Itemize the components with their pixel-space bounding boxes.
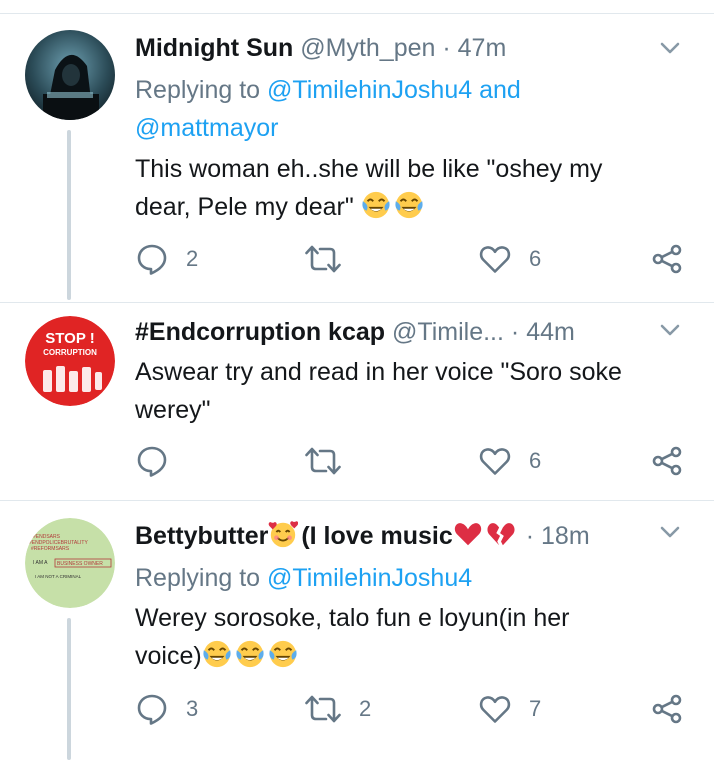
retweet-button[interactable] <box>305 445 359 477</box>
share-button[interactable] <box>651 243 683 275</box>
avatar-hooded-figure-image <box>25 30 115 120</box>
avatar-text: #REFORMSARS <box>31 546 70 552</box>
top-divider <box>0 0 714 14</box>
tweet-divider <box>0 302 714 303</box>
tweet-text-line: dear, Pele my dear" <box>135 193 354 221</box>
tweet-text-line: voice) <box>135 642 202 670</box>
broken-heart-icon <box>486 519 516 549</box>
reply-count: 3 <box>186 696 199 721</box>
display-name-suffix[interactable]: (I love music <box>301 522 452 550</box>
replying-to: Replying to @TimilehinJoshu4 and @mattma… <box>135 71 695 147</box>
tweet-header: Bettybutter (I love music · 18m <box>135 518 654 554</box>
retweet-icon <box>305 243 341 275</box>
separator-dot: · <box>442 34 451 62</box>
chevron-down-icon[interactable] <box>656 34 684 62</box>
replying-to: Replying to @TimilehinJoshu4 <box>135 559 695 597</box>
reply-icon <box>136 693 168 725</box>
avatar-text: STOP ! <box>45 330 94 347</box>
retweet-button[interactable] <box>305 243 359 275</box>
retweet-icon <box>305 445 341 477</box>
avatar-endsars-image: #ENDSARS #ENDPOLICEBRUTALITY #REFORMSARS… <box>25 518 115 608</box>
share-button[interactable] <box>651 445 683 477</box>
like-count: 6 <box>529 448 542 473</box>
replying-to-label: Replying to <box>135 564 261 592</box>
replying-and: and <box>479 76 521 104</box>
reply-count: 2 <box>186 246 199 271</box>
like-count: 7 <box>529 696 542 721</box>
like-icon <box>479 243 511 275</box>
thread-line <box>67 618 71 760</box>
tweet-header: Midnight Sun @Myth_pen · 47m <box>135 30 654 66</box>
retweet-button[interactable]: 2 <box>305 693 371 725</box>
display-name[interactable]: Bettybutter <box>135 522 268 550</box>
timestamp[interactable]: 18m <box>541 522 590 550</box>
timestamp[interactable]: 47m <box>458 34 507 62</box>
like-icon <box>479 445 511 477</box>
tweet-text-line: Werey sorosoke, talo fun e loyun(in her <box>135 604 570 632</box>
display-name[interactable]: Midnight Sun <box>135 34 293 62</box>
reply-button[interactable] <box>136 445 186 477</box>
avatar-text: I AM NOT A CRIMINAL <box>35 574 82 579</box>
mention-link[interactable]: @mattmayor <box>135 114 278 142</box>
user-handle[interactable]: @Myth_pen <box>300 34 435 62</box>
like-button[interactable]: 6 <box>479 445 541 477</box>
face-with-tears-of-joy-icon <box>268 639 298 669</box>
tweet-text-line: This woman eh..she will be like "oshey m… <box>135 155 603 183</box>
separator-dot: · <box>525 522 535 550</box>
reply-icon <box>136 243 168 275</box>
replying-to-label: Replying to <box>135 76 261 104</box>
avatar[interactable]: #ENDSARS #ENDPOLICEBRUTALITY #REFORMSARS… <box>25 518 115 608</box>
avatar-text: BUSINESS OWNER <box>57 561 103 567</box>
thread-line <box>67 130 71 300</box>
like-count: 6 <box>529 246 542 271</box>
chevron-down-icon[interactable] <box>656 518 684 546</box>
share-icon <box>651 243 683 275</box>
retweet-icon <box>305 693 341 725</box>
separator-dot: · <box>510 318 520 346</box>
avatar-text: I AM A <box>33 560 48 566</box>
user-handle[interactable]: @Timile... <box>392 318 504 346</box>
face-with-tears-of-joy-icon <box>235 639 265 669</box>
face-with-tears-of-joy-icon <box>202 639 232 669</box>
tweet-text: Werey sorosoke, talo fun e loyun(in her … <box>135 599 695 675</box>
avatar[interactable]: STOP ! CORRUPTION <box>25 316 115 406</box>
tweet-divider <box>0 500 714 501</box>
mention-link[interactable]: @TimilehinJoshu4 <box>267 76 472 104</box>
avatar[interactable] <box>25 30 115 120</box>
tweet-text: This woman eh..she will be like "oshey m… <box>135 150 695 226</box>
tweet-text-line: werey" <box>135 396 211 424</box>
face-with-tears-of-joy-icon <box>361 190 391 220</box>
share-button[interactable] <box>651 693 683 725</box>
tweet-text: Aswear try and read in her voice "Soro s… <box>135 353 695 429</box>
smiling-face-with-hearts-icon <box>268 519 298 549</box>
timestamp[interactable]: 44m <box>526 318 575 346</box>
like-button[interactable]: 6 <box>479 243 541 275</box>
avatar-stop-corruption-image: STOP ! CORRUPTION <box>25 316 115 406</box>
share-icon <box>651 693 683 725</box>
display-name[interactable]: #Endcorruption kcap <box>135 318 385 346</box>
chevron-down-icon[interactable] <box>656 316 684 344</box>
mention-link[interactable]: @TimilehinJoshu4 <box>267 564 472 592</box>
like-button[interactable]: 7 <box>479 693 541 725</box>
reply-button[interactable]: 3 <box>136 693 198 725</box>
like-icon <box>479 693 511 725</box>
tweet-header: #Endcorruption kcap @Timile... · 44m <box>135 314 654 350</box>
retweet-count: 2 <box>359 696 372 721</box>
reply-icon <box>136 445 168 477</box>
face-with-tears-of-joy-icon <box>394 190 424 220</box>
reply-button[interactable]: 2 <box>136 243 198 275</box>
share-icon <box>651 445 683 477</box>
red-heart-icon <box>453 519 483 549</box>
tweet-text-line: Aswear try and read in her voice "Soro s… <box>135 358 622 386</box>
avatar-text: CORRUPTION <box>43 348 97 357</box>
